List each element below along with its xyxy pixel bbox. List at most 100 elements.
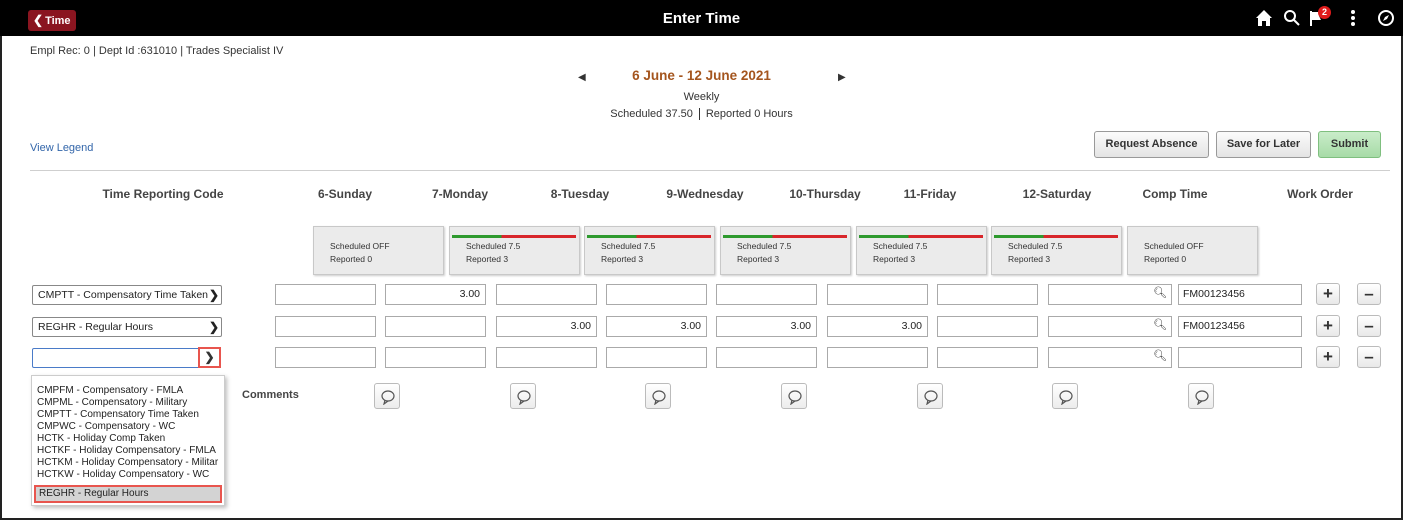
hours-cell-wednesday[interactable] bbox=[606, 347, 707, 368]
day-card-scheduled: Scheduled 7.5 bbox=[873, 241, 928, 251]
comment-button-friday[interactable] bbox=[1052, 383, 1078, 409]
delete-row-button[interactable]: – bbox=[1357, 315, 1381, 337]
summary-separator bbox=[698, 108, 700, 121]
hours-cell-saturday[interactable] bbox=[937, 347, 1038, 368]
comment-button-sunday[interactable] bbox=[374, 383, 400, 409]
next-period-icon[interactable]: ▶ bbox=[838, 72, 846, 83]
hours-cell-wednesday[interactable]: 3.00 bbox=[606, 316, 707, 337]
navbar-icon[interactable] bbox=[1377, 9, 1395, 31]
add-row-button[interactable]: + bbox=[1316, 346, 1340, 368]
hours-cell-thursday[interactable]: 3.00 bbox=[716, 316, 817, 337]
comment-icon bbox=[517, 390, 531, 405]
search-icon[interactable]: 🔍︎ bbox=[1153, 286, 1167, 299]
submit-button[interactable]: Submit bbox=[1318, 131, 1381, 158]
day-card-reported: Reported 3 bbox=[1008, 254, 1051, 264]
dropdown-option[interactable]: CMPML - Compensatory - Military bbox=[37, 397, 187, 408]
comment-button-wednesday[interactable] bbox=[781, 383, 807, 409]
day-card-tuesday[interactable]: Scheduled 7.5 Reported 3 bbox=[584, 226, 715, 275]
add-row-button[interactable]: + bbox=[1316, 283, 1340, 305]
delete-row-button[interactable]: – bbox=[1357, 283, 1381, 305]
comp-time-field[interactable]: 🔍︎ bbox=[1048, 284, 1172, 305]
dropdown-option-selected[interactable]: REGHR - Regular Hours bbox=[34, 485, 222, 503]
comment-icon bbox=[788, 390, 802, 405]
dropdown-option[interactable]: CMPTT - Compensatory Time Taken bbox=[37, 409, 199, 420]
day-card-wednesday[interactable]: Scheduled 7.5 Reported 3 bbox=[720, 226, 851, 275]
day-card-thursday[interactable]: Scheduled 7.5 Reported 3 bbox=[856, 226, 987, 275]
work-order-field[interactable]: FM00123456 bbox=[1178, 316, 1302, 337]
trc-select-value: CMPTT - Compensatory Time Taken bbox=[38, 289, 208, 301]
hours-progress-bar bbox=[452, 235, 576, 238]
trc-select-value: REGHR - Regular Hours bbox=[38, 321, 153, 333]
comp-time-field[interactable]: 🔍︎ bbox=[1048, 347, 1172, 368]
trc-select-row-3[interactable] bbox=[32, 348, 202, 368]
request-absence-button[interactable]: Request Absence bbox=[1094, 131, 1209, 158]
dropdown-option[interactable]: CMPWC - Compensatory - WC bbox=[37, 421, 175, 432]
page-title: Enter Time bbox=[662, 10, 741, 27]
col-header-work-order: Work Order bbox=[1287, 187, 1353, 201]
comment-icon bbox=[924, 390, 938, 405]
hours-cell-saturday[interactable] bbox=[937, 316, 1038, 337]
hours-cell-sunday[interactable] bbox=[275, 284, 376, 305]
col-header-thursday: 10-Thursday bbox=[789, 187, 861, 201]
add-row-button[interactable]: + bbox=[1316, 315, 1340, 337]
comment-button-thursday[interactable] bbox=[917, 383, 943, 409]
day-card-scheduled: Scheduled 7.5 bbox=[1008, 241, 1063, 251]
col-header-monday: 7-Monday bbox=[431, 187, 488, 201]
divider bbox=[30, 170, 1390, 171]
day-card-monday[interactable]: Scheduled 7.5 Reported 3 bbox=[449, 226, 580, 275]
view-legend-link[interactable]: View Legend bbox=[30, 142, 93, 154]
dropdown-option[interactable]: CMPFM - Compensatory - FMLA bbox=[37, 385, 183, 396]
hours-cell-sunday[interactable] bbox=[275, 347, 376, 368]
day-card-sunday[interactable]: Scheduled OFF Reported 0 bbox=[313, 226, 444, 275]
hours-cell-monday[interactable] bbox=[385, 316, 486, 337]
hours-cell-tuesday[interactable] bbox=[496, 284, 597, 305]
day-card-friday[interactable]: Scheduled 7.5 Reported 3 bbox=[991, 226, 1122, 275]
col-header-saturday: 12-Saturday bbox=[1022, 187, 1092, 201]
comment-button-saturday[interactable] bbox=[1188, 383, 1214, 409]
search-icon[interactable] bbox=[1283, 9, 1301, 31]
comment-button-monday[interactable] bbox=[510, 383, 536, 409]
home-icon[interactable] bbox=[1255, 9, 1273, 31]
hours-cell-sunday[interactable] bbox=[275, 316, 376, 337]
comment-button-tuesday[interactable] bbox=[645, 383, 671, 409]
day-card-reported: Reported 0 bbox=[1144, 254, 1187, 264]
hours-cell-friday[interactable]: 3.00 bbox=[827, 316, 928, 337]
col-header-wednesday: 9-Wednesday bbox=[666, 187, 744, 201]
hours-cell-tuesday[interactable] bbox=[496, 347, 597, 368]
search-icon[interactable]: 🔍︎ bbox=[1153, 318, 1167, 331]
hours-cell-friday[interactable] bbox=[827, 284, 928, 305]
hours-cell-wednesday[interactable] bbox=[606, 284, 707, 305]
work-order-field[interactable] bbox=[1178, 347, 1302, 368]
comment-icon bbox=[1059, 390, 1073, 405]
save-for-later-button[interactable]: Save for Later bbox=[1216, 131, 1311, 158]
hours-cell-thursday[interactable] bbox=[716, 347, 817, 368]
trc-dropdown-button[interactable]: ❯ bbox=[198, 347, 221, 368]
trc-select-row-2[interactable]: REGHR - Regular Hours ❯ bbox=[32, 317, 222, 337]
dropdown-option[interactable]: HCTK - Holiday Comp Taken bbox=[37, 433, 165, 444]
actions-menu-icon[interactable] bbox=[1350, 9, 1356, 31]
dropdown-option[interactable]: HCTKW - Holiday Compensatory - WC bbox=[37, 469, 209, 480]
dropdown-option[interactable]: HCTKF - Holiday Compensatory - FMLA bbox=[37, 445, 216, 456]
search-icon[interactable]: 🔍︎ bbox=[1153, 349, 1167, 362]
hours-cell-saturday[interactable] bbox=[937, 284, 1038, 305]
hours-cell-friday[interactable] bbox=[827, 347, 928, 368]
hours-cell-monday[interactable] bbox=[385, 347, 486, 368]
work-order-field[interactable]: FM00123456 bbox=[1178, 284, 1302, 305]
day-card-saturday[interactable]: Scheduled OFF Reported 0 bbox=[1127, 226, 1258, 275]
col-header-sunday: 6-Sunday bbox=[317, 187, 372, 201]
period-type: Weekly bbox=[683, 91, 720, 103]
hours-cell-tuesday[interactable]: 3.00 bbox=[496, 316, 597, 337]
delete-row-button[interactable]: – bbox=[1357, 346, 1381, 368]
dropdown-option[interactable]: HCTKM - Holiday Compensatory - Militar bbox=[37, 457, 218, 468]
hours-progress-bar bbox=[994, 235, 1118, 238]
employee-info: Empl Rec: 0 | Dept Id :631010 | Trades S… bbox=[30, 45, 284, 57]
day-card-scheduled: Scheduled 7.5 bbox=[737, 241, 792, 251]
hours-cell-thursday[interactable] bbox=[716, 284, 817, 305]
hours-cell-monday[interactable]: 3.00 bbox=[385, 284, 486, 305]
trc-select-row-1[interactable]: CMPTT - Compensatory Time Taken ❯ bbox=[32, 285, 222, 305]
col-header-friday: 11-Friday bbox=[903, 187, 957, 201]
scheduled-label: Scheduled bbox=[610, 108, 663, 120]
comment-icon bbox=[381, 390, 395, 405]
comp-time-field[interactable]: 🔍︎ bbox=[1048, 316, 1172, 337]
reported-value: 0 Hours bbox=[754, 108, 793, 120]
